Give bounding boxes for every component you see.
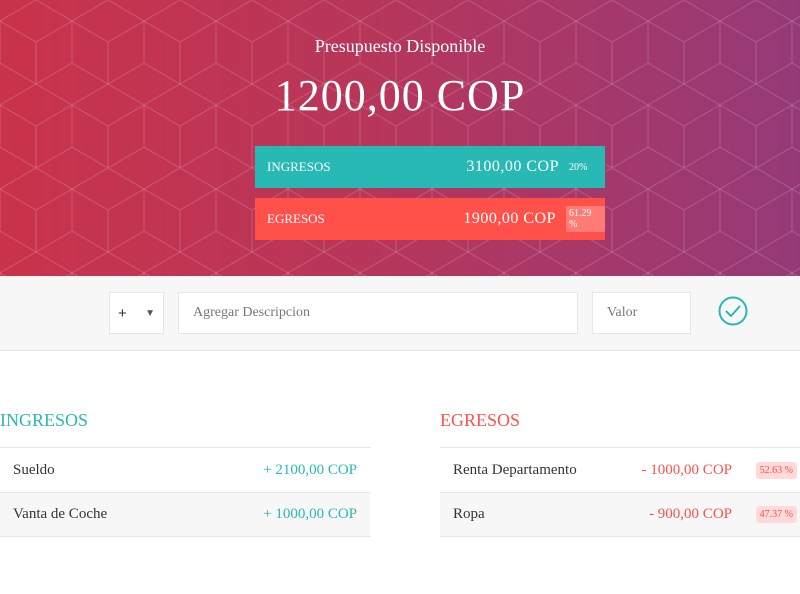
value-input[interactable] — [592, 292, 691, 334]
expense-summary-amount: 1900,00 COP — [463, 210, 556, 227]
expense-summary: Egresos 1900,00 COP 61.29 % — [255, 198, 605, 240]
description-input[interactable] — [178, 292, 578, 334]
chevron-down-icon: ▼ — [145, 307, 155, 319]
income-summary: Ingresos 3100,00 COP 20% — [255, 146, 605, 188]
income-list-title: Ingresos — [0, 410, 89, 430]
item-description: Ropa — [453, 506, 485, 522]
item-percent-badge: 47.37 % — [755, 506, 797, 523]
income-summary-amount: 3100,00 COP — [466, 158, 559, 175]
income-list: Sueldo + 2100,00 COP Vanta de Coche + 10… — [0, 447, 370, 537]
list-item[interactable]: Ropa - 900,00 COP 47.37 % — [440, 492, 800, 537]
type-select[interactable]: + ▼ — [109, 292, 164, 334]
item-description: Renta Departamento — [453, 461, 577, 478]
add-entry-bar: + ▼ — [0, 276, 800, 351]
list-item[interactable]: Vanta de Coche + 1000,00 COP — [0, 492, 370, 537]
list-item[interactable]: Renta Departamento - 1000,00 COP 52.63 % — [440, 447, 800, 492]
item-value: + 2100,00 COP — [263, 461, 357, 478]
income-summary-label: Ingresos — [267, 159, 331, 174]
budget-value: 1200,00 COP — [274, 71, 526, 120]
expense-list: Renta Departamento - 1000,00 COP 52.63 %… — [440, 447, 800, 537]
budget-header: Presupuesto Disponible 1200,00 COP Ingre… — [0, 0, 800, 276]
add-button[interactable] — [716, 294, 750, 328]
list-item[interactable]: Sueldo + 2100,00 COP — [0, 447, 370, 492]
item-description: Vanta de Coche — [13, 506, 108, 522]
expense-summary-percent: 61.29 % — [566, 206, 605, 232]
income-summary-percent: 20% — [569, 161, 588, 173]
item-value: + 1000,00 COP — [263, 506, 357, 522]
type-select-value: + — [118, 304, 127, 322]
item-value: - 900,00 COP — [649, 506, 732, 522]
budget-title: Presupuesto Disponible — [314, 36, 486, 56]
item-description: Sueldo — [13, 461, 55, 478]
item-percent-badge: 52.63 % — [755, 461, 797, 479]
expense-list-title: Egresos — [440, 410, 521, 430]
expense-summary-label: Egresos — [267, 211, 325, 226]
check-circle-icon — [718, 296, 748, 326]
item-value: - 1000,00 COP — [641, 461, 732, 478]
